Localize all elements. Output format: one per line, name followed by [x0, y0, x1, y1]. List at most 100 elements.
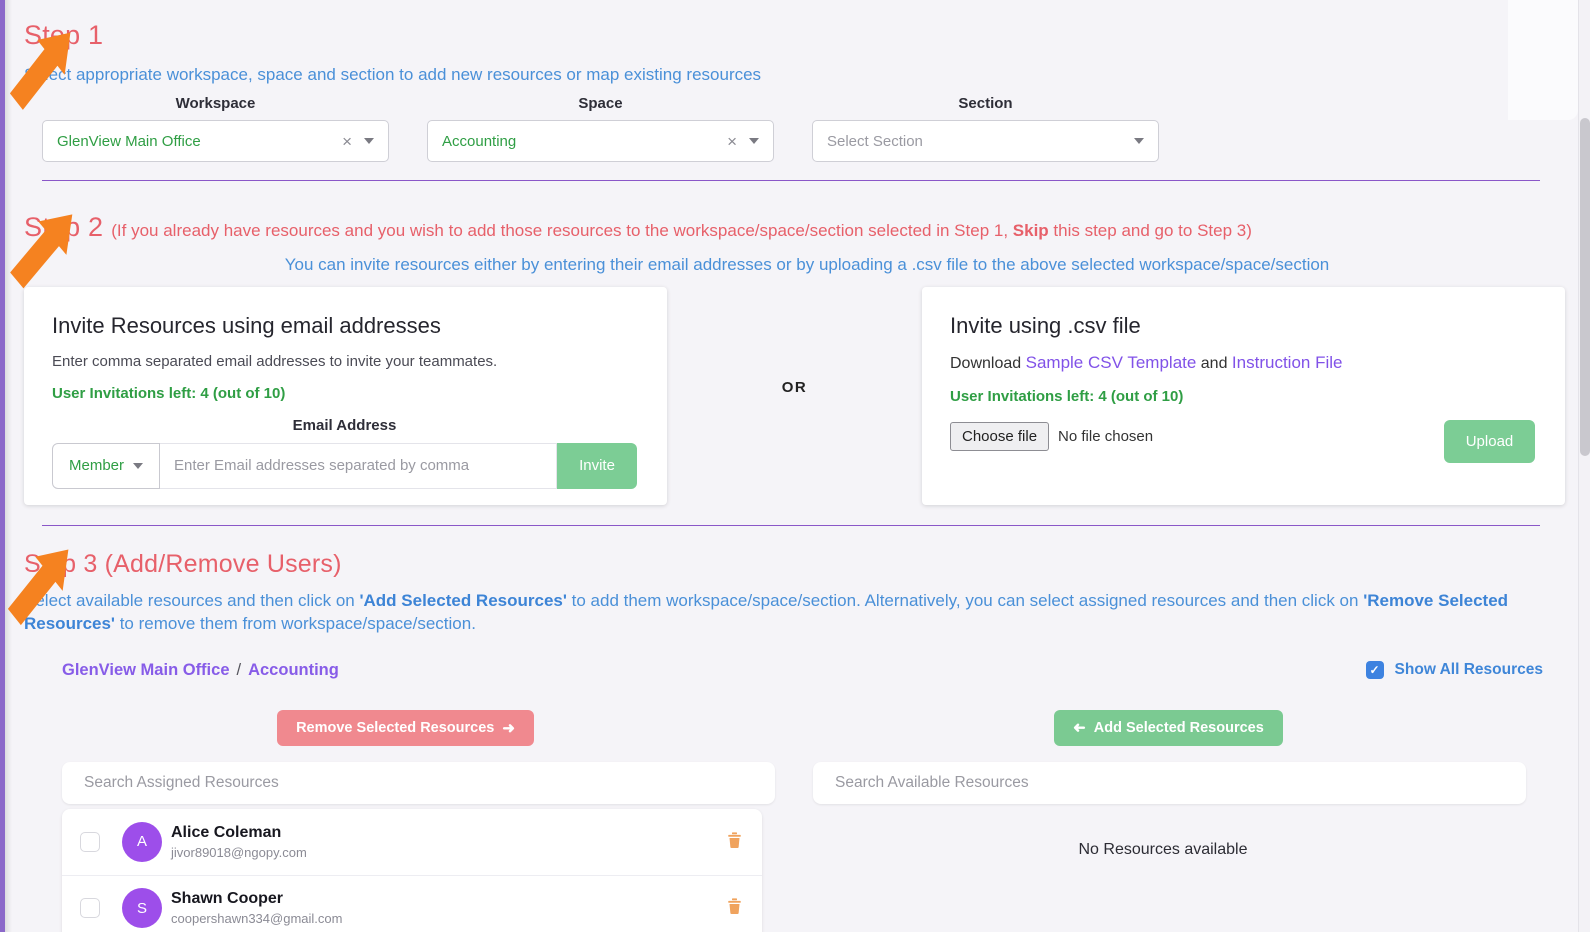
- left-edge-shadow: [5, 0, 12, 932]
- remove-selected-resources-button[interactable]: Remove Selected Resources ➜: [277, 709, 534, 746]
- space-field: Space Accounting ×: [427, 95, 774, 162]
- top-right-panel: [1508, 0, 1578, 120]
- add-button-label: Add Selected Resources: [1093, 719, 1264, 736]
- invite-button[interactable]: Invite: [557, 442, 637, 489]
- sample-csv-template-link[interactable]: Sample CSV Template: [1026, 353, 1197, 372]
- search-row: [62, 761, 1526, 804]
- resource-lists-row: A Alice Coleman jivor89018@ngopy.com S S…: [62, 808, 1526, 932]
- step2-note-skip: Skip: [1012, 221, 1049, 240]
- step3-desc-pre: Select available resources and then clic…: [24, 590, 360, 610]
- search-assigned-resources-input[interactable]: [62, 761, 775, 804]
- step2-subtitle: You can invite resources either by enter…: [284, 254, 1330, 274]
- add-button-area: ➜ Add Selected Resources: [787, 709, 1550, 746]
- role-selected-value: Member: [68, 457, 124, 475]
- breadcrumb-separator: /: [236, 660, 242, 679]
- remove-button-area: Remove Selected Resources ➜: [24, 709, 787, 746]
- invite-row: Member Invite: [52, 442, 637, 489]
- csv-card-title: Invite using .csv file: [950, 312, 1141, 338]
- space-select[interactable]: Accounting ×: [427, 120, 774, 162]
- step2-heading: Step 2 (If you already have resources and…: [24, 211, 1590, 245]
- step1-title: Step 1: [24, 20, 104, 50]
- arrow-right-icon: ➜: [502, 719, 515, 737]
- section-field: Section Select Section: [812, 95, 1159, 162]
- clear-icon[interactable]: ×: [727, 133, 737, 150]
- breadcrumb-row: GlenView Main Office / Accounting ✓ Show A…: [62, 661, 1543, 680]
- step3-title: Step 3 (Add/Remove Users): [24, 549, 342, 578]
- role-select[interactable]: Member: [52, 442, 160, 489]
- breadcrumb: GlenView Main Office / Accounting: [62, 661, 339, 680]
- user-name: Shawn Cooper: [171, 890, 284, 908]
- show-all-resources-label: Show All Resources: [1394, 661, 1543, 679]
- step3-desc-mid: to add them workspace/space/section. Alt…: [566, 590, 1364, 610]
- space-label: Space: [578, 95, 623, 112]
- chevron-down-icon[interactable]: [749, 138, 759, 144]
- step3-desc-add-bold: 'Add Selected Resources': [359, 590, 567, 610]
- user-info: Alice Coleman jivor89018@ngopy.com: [171, 824, 307, 860]
- user-email: jivor89018@ngopy.com: [171, 844, 307, 860]
- main-content: Step 1 Select appropriate workspace, spa…: [5, 0, 1590, 932]
- trash-icon: [728, 832, 741, 848]
- email-card-subtitle: Enter comma separated email addresses to…: [52, 352, 498, 370]
- instruction-file-link[interactable]: Instruction File: [1232, 353, 1343, 372]
- clear-icon[interactable]: ×: [342, 133, 352, 150]
- transfer-buttons-row: Remove Selected Resources ➜ ➜ Add Select…: [24, 709, 1550, 746]
- csv-invite-card: Invite using .csv file Download Sample C…: [922, 286, 1565, 505]
- choose-file-button[interactable]: Choose file: [950, 421, 1050, 451]
- step1-fields: Workspace GlenView Main Office × Space A…: [42, 95, 1590, 162]
- step1-subtitle: Select appropriate workspace, space and …: [24, 65, 762, 84]
- upload-button[interactable]: Upload: [1444, 419, 1535, 463]
- checkbox-checked-icon[interactable]: ✓: [1365, 661, 1384, 680]
- chevron-down-icon[interactable]: [1134, 138, 1144, 144]
- list-item[interactable]: A Alice Coleman jivor89018@ngopy.com: [62, 809, 762, 875]
- user-email: coopershawn334@gmail.com: [171, 911, 343, 927]
- workspace-selected-value: GlenView Main Office: [57, 132, 201, 150]
- assigned-resources-list: A Alice Coleman jivor89018@ngopy.com S S…: [62, 808, 762, 932]
- workspace-select[interactable]: GlenView Main Office ×: [42, 120, 389, 162]
- chevron-down-icon: [133, 462, 143, 469]
- breadcrumb-space[interactable]: Accounting: [248, 661, 339, 679]
- download-and-text: and: [1196, 354, 1232, 372]
- csv-invitations-left: User Invitations left: 4 (out of 10): [950, 387, 1184, 405]
- email-address-label: Email Address: [292, 416, 397, 434]
- step3-desc-post: to remove them from workspace/space/sect…: [114, 613, 476, 633]
- section-label: Section: [958, 95, 1013, 112]
- section-select[interactable]: Select Section: [812, 120, 1159, 162]
- delete-user-button[interactable]: [725, 896, 744, 920]
- email-invite-card: Invite Resources using email addresses E…: [24, 286, 667, 505]
- workspace-label: Workspace: [175, 95, 256, 112]
- file-row: Choose file No file chosen Upload: [950, 419, 1535, 463]
- workspace-field: Workspace GlenView Main Office ×: [42, 95, 389, 162]
- step2-title: Step 2: [24, 212, 104, 242]
- step2-cards: Invite Resources using email addresses E…: [24, 286, 1565, 505]
- download-text: Download: [950, 354, 1026, 372]
- row-checkbox[interactable]: [80, 898, 100, 919]
- available-resources-empty-message: No Resources available: [1078, 840, 1248, 858]
- search-available-resources-input[interactable]: [813, 761, 1526, 804]
- step2-note-post: this step and go to Step 3): [1048, 221, 1252, 240]
- or-separator: OR: [781, 378, 808, 396]
- avatar: A: [122, 821, 162, 862]
- scrollbar-thumb[interactable]: [1580, 118, 1590, 456]
- email-invitations-left: User Invitations left: 4 (out of 10): [52, 384, 286, 402]
- list-item[interactable]: S Shawn Cooper coopershawn334@gmail.com: [62, 874, 762, 932]
- avatar: S: [122, 888, 162, 929]
- scrollbar[interactable]: [1578, 0, 1590, 932]
- row-checkbox[interactable]: [80, 831, 100, 852]
- show-all-resources-toggle[interactable]: ✓ Show All Resources: [1365, 661, 1543, 680]
- chevron-down-icon[interactable]: [364, 138, 374, 144]
- breadcrumb-workspace[interactable]: GlenView Main Office: [62, 661, 230, 679]
- delete-user-button[interactable]: [725, 830, 744, 854]
- section-divider: [42, 524, 1540, 526]
- file-input[interactable]: Choose file No file chosen: [950, 420, 1153, 451]
- add-selected-resources-button[interactable]: ➜ Add Selected Resources: [1054, 709, 1283, 746]
- user-name: Alice Coleman: [171, 823, 282, 841]
- arrow-left-icon: ➜: [1073, 718, 1086, 736]
- left-edge-accent: [0, 0, 5, 932]
- remove-button-label: Remove Selected Resources: [296, 719, 495, 736]
- email-card-title: Invite Resources using email addresses: [52, 312, 441, 338]
- user-info: Shawn Cooper coopershawn334@gmail.com: [171, 890, 342, 926]
- no-file-chosen-text: No file chosen: [1058, 427, 1154, 445]
- email-addresses-input[interactable]: [160, 442, 557, 489]
- trash-icon: [728, 898, 741, 915]
- space-selected-value: Accounting: [442, 132, 517, 150]
